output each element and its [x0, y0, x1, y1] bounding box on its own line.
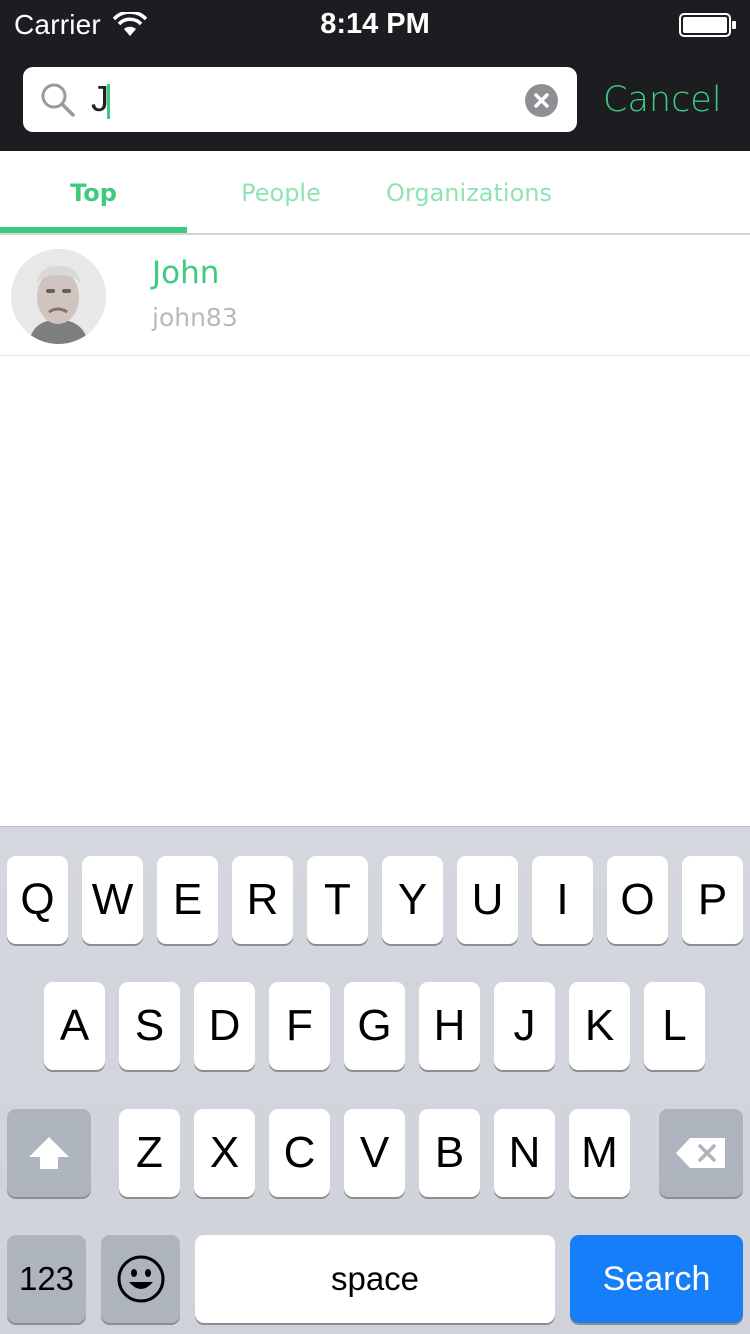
result-username: john83	[152, 303, 238, 332]
key-q[interactable]: Q	[7, 856, 68, 944]
key-t[interactable]: T	[307, 856, 368, 944]
battery-icon	[679, 13, 736, 37]
key-r[interactable]: R	[232, 856, 293, 944]
list-item[interactable]: John john83	[0, 235, 750, 356]
backspace-key[interactable]	[659, 1109, 743, 1197]
space-key[interactable]: space	[195, 1235, 555, 1323]
clock: 8:14 PM	[320, 8, 430, 40]
tab-people[interactable]: People	[187, 179, 375, 219]
emoji-key[interactable]	[101, 1235, 180, 1323]
key-v[interactable]: V	[344, 1109, 405, 1197]
key-h[interactable]: H	[419, 982, 480, 1070]
key-y[interactable]: Y	[382, 856, 443, 944]
result-name: John	[152, 255, 220, 291]
status-bar: Carrier 8:14 PM	[0, 0, 750, 50]
cancel-button[interactable]: Cancel	[603, 80, 722, 120]
text-caret	[107, 84, 110, 119]
key-l[interactable]: L	[644, 982, 705, 1070]
key-e[interactable]: E	[157, 856, 218, 944]
key-n[interactable]: N	[494, 1109, 555, 1197]
key-o[interactable]: O	[607, 856, 668, 944]
key-j[interactable]: J	[494, 982, 555, 1070]
key-w[interactable]: W	[82, 856, 143, 944]
key-k[interactable]: K	[569, 982, 630, 1070]
key-a[interactable]: A	[44, 982, 105, 1070]
active-tab-indicator	[0, 227, 187, 233]
key-d[interactable]: D	[194, 982, 255, 1070]
key-b[interactable]: B	[419, 1109, 480, 1197]
shift-icon	[29, 1137, 69, 1169]
key-x[interactable]: X	[194, 1109, 255, 1197]
key-z[interactable]: Z	[119, 1109, 180, 1197]
shift-key[interactable]	[7, 1109, 91, 1197]
search-icon	[41, 83, 75, 117]
key-f[interactable]: F	[269, 982, 330, 1070]
key-p[interactable]: P	[682, 856, 743, 944]
tab-top[interactable]: Top	[0, 179, 187, 219]
tab-organizations[interactable]: Organizations	[375, 179, 563, 219]
numbers-key[interactable]: 123	[7, 1235, 86, 1323]
key-u[interactable]: U	[457, 856, 518, 944]
key-g[interactable]: G	[344, 982, 405, 1070]
header: Carrier 8:14 PM J Cancel	[0, 0, 750, 151]
emoji-icon	[117, 1255, 164, 1303]
keyboard: Q W E R T Y U I O P A S D F G H J K L Z …	[0, 826, 750, 1334]
key-m[interactable]: M	[569, 1109, 630, 1197]
key-c[interactable]: C	[269, 1109, 330, 1197]
key-i[interactable]: I	[532, 856, 593, 944]
clear-icon[interactable]	[525, 84, 558, 117]
avatar	[11, 249, 106, 344]
backspace-icon	[676, 1138, 725, 1168]
tab-bar: Top People Organizations	[0, 151, 750, 235]
key-s[interactable]: S	[119, 982, 180, 1070]
search-key[interactable]: Search	[570, 1235, 743, 1323]
